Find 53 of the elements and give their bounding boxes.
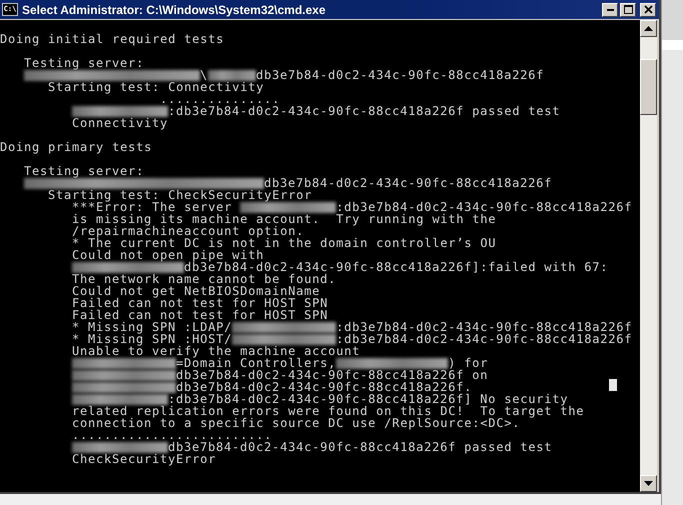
down-arrow-icon [644, 481, 653, 486]
close-icon [644, 5, 652, 14]
minimize-button[interactable] [602, 2, 618, 16]
console-text: Testing server: [24, 57, 144, 69]
console-text: * Missing SPN :HOST/ [72, 333, 232, 345]
console-text: CheckSecurityError [72, 453, 216, 465]
console-text: =Domain Controllers, [176, 357, 336, 369]
maximize-icon [624, 5, 632, 14]
console-text: Starting test: CheckSecurityError [48, 189, 312, 201]
console-text: ) for [448, 357, 488, 369]
console-text: * The current DC is not in the domain controller’s OU [72, 237, 496, 249]
console-text: :db3e7b84-d0c2-434c-90fc-88cc418a226f] No security [168, 393, 568, 405]
console-text: Doing initial required tests [0, 33, 224, 45]
console-text: db3e7b84-d0c2-434c-90fc-88cc418a226f on [176, 369, 488, 381]
scrollbar[interactable] [640, 20, 657, 492]
console-text: Could not open pipe with [72, 249, 264, 261]
console-text: ......................... [72, 429, 272, 441]
console-text: Unable to verify the machine account [72, 345, 360, 357]
console-text: :db3e7b84-d0c2-434c-90fc-88cc418a226f passed test [168, 105, 560, 117]
minimize-icon [606, 8, 614, 10]
console-text: :db3e7b84-d0c2-434c-90fc-88cc418a226f [336, 333, 632, 345]
console-text: db3e7b84-d0c2-434c-90fc-88cc418a226f [264, 177, 552, 189]
text-cursor [609, 379, 617, 391]
window-title: Select Administrator: C:\Windows\System32\cmd.exe [22, 2, 327, 16]
console-text: Starting test: Connectivity [48, 81, 264, 93]
console-text: /repairmachineaccount option. [72, 225, 304, 237]
close-button[interactable] [640, 2, 656, 16]
maximize-button[interactable] [620, 2, 636, 16]
up-arrow-icon [644, 26, 653, 31]
console-text: Doing primary tests [0, 141, 152, 153]
console-text: db3e7b84-d0c2-434c-90fc-88cc418a226f passed test [168, 441, 552, 453]
scroll-up-button[interactable] [640, 20, 657, 37]
console-text: connection to a specific source DC use /ReplSource:<DC>. [72, 417, 520, 429]
console-text: db3e7b84-d0c2-434c-90fc-88cc418a226f. [176, 381, 472, 393]
blurred-redaction [208, 70, 256, 81]
console-text: ............... [160, 93, 280, 105]
console-text: :db3e7b84-d0c2-434c-90fc-88cc418a226f [336, 201, 632, 213]
console-text: Failed can not test for HOST SPN [72, 297, 328, 309]
scroll-down-button[interactable] [640, 475, 657, 492]
scroll-thumb[interactable] [640, 59, 657, 115]
console-text: Could not get NetBIOSDomainName [72, 285, 320, 297]
console-text: ***Error: The server [72, 201, 232, 213]
console-text: related replication errors were found on this DC! To target the [72, 405, 584, 417]
console-text: \ [200, 69, 208, 81]
console-text: is missing its machine account. Try running with the [72, 213, 496, 225]
console-text: db3e7b84-d0c2-434c-90fc-88cc418a226f]:failed with 67: [184, 261, 608, 273]
console-text: The network name cannot be found. [72, 273, 336, 285]
console-text: :db3e7b84-d0c2-434c-90fc-88cc418a226f [336, 321, 632, 333]
console-text: db3e7b84-d0c2-434c-90fc-88cc418a226f [256, 69, 544, 81]
console-text: Connectivity [72, 117, 168, 129]
console-text: Failed can not test for HOST SPN [72, 309, 328, 321]
console-text: Testing server: [24, 165, 144, 177]
console-text: * Missing SPN :LDAP/ [72, 321, 232, 333]
